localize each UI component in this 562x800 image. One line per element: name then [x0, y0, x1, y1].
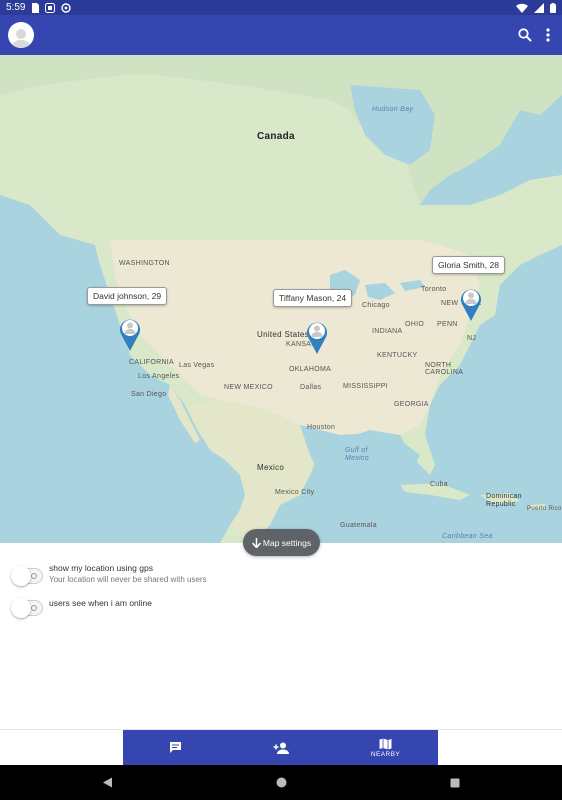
map-settings-label: Map settings: [262, 537, 312, 548]
map-label-dominican-republic: Dominican Republic: [486, 493, 522, 508]
map-pin-icon[interactable]: [459, 287, 483, 321]
map-label-washington: WASHINGTON: [119, 260, 170, 267]
map-label-mexico: Mexico: [257, 463, 285, 472]
search-icon[interactable]: [518, 28, 532, 42]
marker-callout[interactable]: Gloria Smith, 28: [432, 256, 505, 274]
status-bar: 5:59: [0, 0, 562, 15]
avatar-icon: [11, 29, 31, 48]
map-label-gulf-of-mexico: Gulf of Mexico: [345, 447, 369, 462]
setting-title: users see when i am online: [49, 598, 153, 608]
recents-icon[interactable]: [450, 778, 460, 788]
signal-icon: [534, 2, 544, 13]
map-label-caribbean-sea: Caribbean Sea: [442, 533, 493, 540]
map-label-oklahoma: OKLAHOMA: [289, 366, 332, 373]
nav-label-nearby: NEARBY: [370, 750, 401, 758]
map-label-penn: PENN: [437, 321, 458, 328]
wifi-icon: [516, 3, 528, 13]
map-label-los-angeles: Los Angeles: [138, 373, 180, 380]
marker-label: Tiffany Mason, 24: [279, 293, 347, 303]
toggle-knob: [11, 598, 31, 618]
battery-icon: [550, 2, 556, 13]
map-icon: [379, 738, 392, 749]
setting-row-online: users see when i am online: [0, 595, 562, 618]
map-settings-button[interactable]: Map settings: [243, 529, 320, 556]
nav-item-add-friend[interactable]: [228, 730, 333, 765]
map-label-new-mexico: NEW MEXICO: [224, 384, 273, 391]
map-label-hudson-bay: Hudson Bay: [372, 106, 414, 113]
map-label-ohio: OHIO: [405, 321, 425, 328]
status-time: 5:59: [6, 2, 26, 13]
map-pin-icon[interactable]: [118, 317, 142, 351]
marker-callout[interactable]: Tiffany Mason, 24: [273, 289, 353, 307]
app-badge-icon: [45, 2, 56, 13]
map-label-california: CALIFORNIA: [129, 359, 175, 366]
nav-item-chats[interactable]: [123, 730, 228, 765]
toggle-off-indicator: [31, 605, 37, 611]
arrow-down-icon: [251, 537, 261, 548]
map-view[interactable]: Canada Hudson Bay WASHINGTON United Stat…: [0, 55, 562, 543]
setting-row-gps: show my location using gps Your location…: [0, 563, 562, 586]
person-add-icon: [273, 742, 289, 754]
sd-card-icon: [32, 2, 40, 13]
map-label-chicago: Chicago: [362, 302, 390, 309]
map-label-guatemala: Guatemala: [340, 522, 377, 529]
map-label-kentucky: KENTUCKY: [377, 352, 418, 359]
map-label-mississippi: MISSISSIPPI: [343, 383, 388, 390]
map-label-dallas: Dallas: [300, 384, 322, 391]
setting-title: show my location using gps: [49, 563, 153, 573]
chat-icon: [170, 742, 181, 753]
marker-label: Gloria Smith, 28: [438, 260, 499, 270]
nav-item-nearby[interactable]: NEARBY: [333, 730, 438, 765]
map-label-north-carolina: NORTH CAROLINA: [425, 362, 464, 376]
map-pin-icon[interactable]: [305, 320, 329, 354]
map-label-indiana: INDIANA: [372, 328, 403, 335]
online-visibility-toggle[interactable]: [11, 598, 43, 618]
map-label-united-states: United States: [257, 330, 309, 339]
map-label-san-diego: San Diego: [131, 391, 167, 398]
location-settings: show my location using gps Your location…: [0, 560, 562, 618]
map-label-georgia: GEORGIA: [394, 401, 429, 408]
system-navigation-bar: [0, 765, 562, 800]
avatar[interactable]: [8, 22, 34, 48]
map-label-las-vegas: Las Vegas: [179, 362, 215, 369]
map-label-nj: NJ: [467, 335, 477, 342]
toggle-off-indicator: [31, 573, 37, 579]
marker-label: David johnson, 29: [93, 291, 162, 301]
map-label-mexico-city: Mexico City: [275, 489, 315, 496]
home-icon[interactable]: [276, 777, 287, 788]
bottom-navigation: NEARBY: [123, 730, 438, 765]
setting-subtitle: Your location will never be shared with …: [49, 575, 207, 584]
more-vert-icon[interactable]: [546, 28, 550, 42]
gps-location-toggle[interactable]: [11, 566, 43, 586]
map-label-toronto: Toronto: [421, 286, 447, 293]
map-label-puerto-rico: Puerto Rico: [527, 506, 562, 512]
sync-icon: [61, 2, 72, 13]
back-icon[interactable]: [102, 777, 113, 788]
map-label-houston: Houston: [307, 424, 336, 431]
marker-callout[interactable]: David johnson, 29: [87, 287, 168, 305]
app-bar: [0, 15, 562, 55]
map-label-canada: Canada: [257, 131, 295, 142]
map-label-cuba: Cuba: [430, 481, 448, 488]
toggle-knob: [11, 566, 31, 586]
